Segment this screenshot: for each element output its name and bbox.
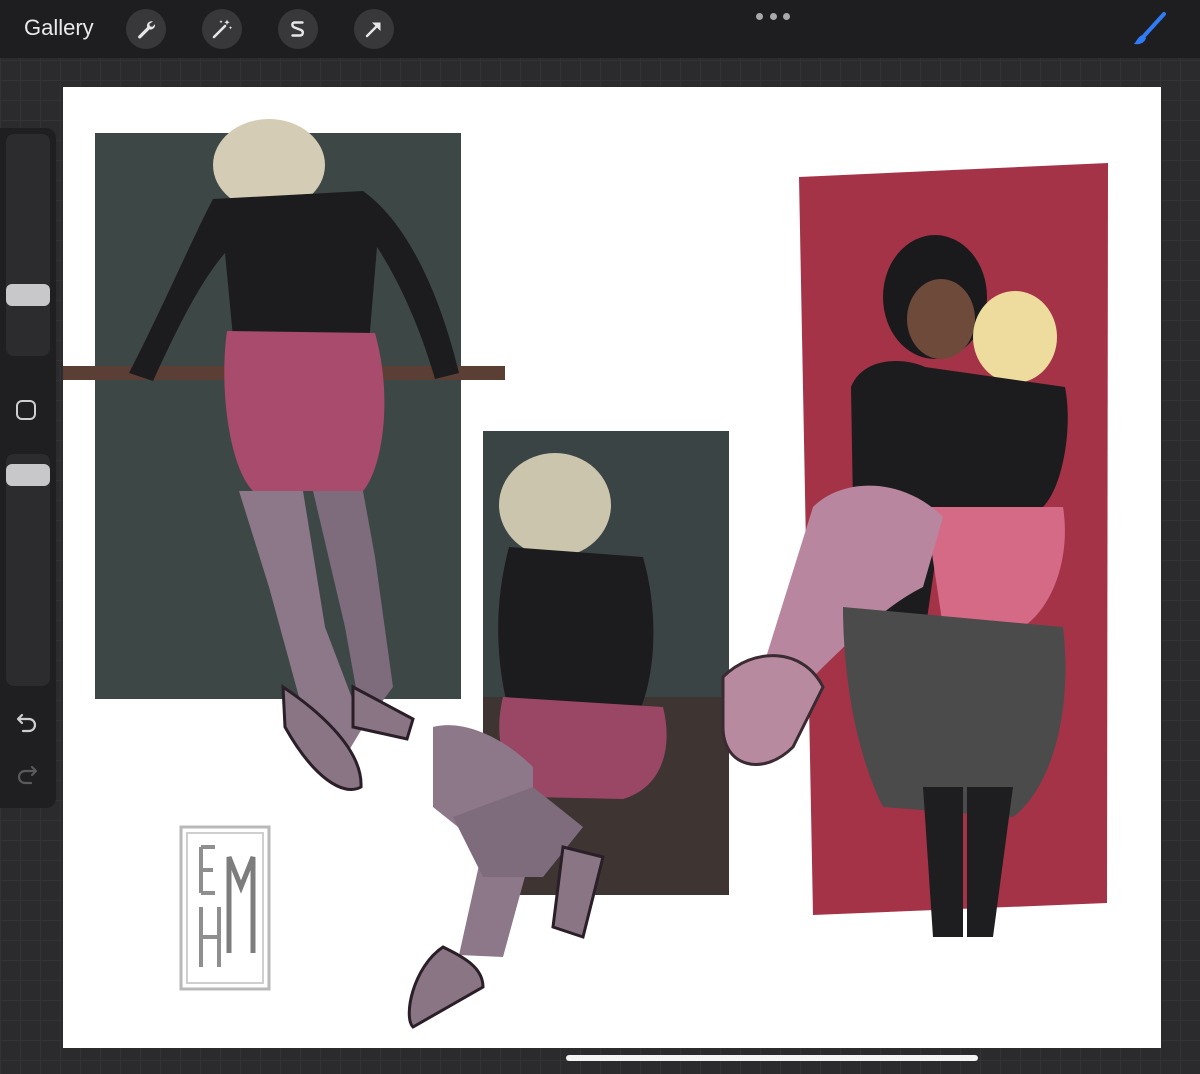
artwork: [63, 119, 1108, 1029]
home-indicator[interactable]: [566, 1055, 978, 1061]
adjustments-button[interactable]: [202, 9, 242, 49]
gallery-button[interactable]: Gallery: [24, 15, 94, 41]
redo-icon[interactable]: [14, 760, 40, 786]
brush-size-slider[interactable]: [6, 134, 50, 356]
brush-icon[interactable]: [1126, 8, 1170, 52]
transform-arrow-icon: [365, 22, 381, 38]
top-toolbar: Gallery: [0, 0, 1200, 58]
transform-button[interactable]: [354, 9, 394, 49]
selection-button[interactable]: [278, 9, 318, 49]
selection-icon: [291, 21, 304, 37]
side-toolbar: [0, 128, 56, 808]
wrench-icon: [138, 21, 156, 39]
opacity-handle[interactable]: [6, 464, 50, 486]
artist-signature-logo: [179, 825, 271, 991]
modify-square-icon[interactable]: [16, 400, 36, 420]
opacity-slider[interactable]: [6, 454, 50, 686]
actions-button[interactable]: [126, 9, 166, 49]
magic-wand-icon: [212, 19, 233, 39]
brush-size-handle[interactable]: [6, 284, 50, 306]
ellipsis-icon[interactable]: [756, 9, 790, 23]
drawing-canvas[interactable]: [63, 87, 1161, 1048]
undo-icon[interactable]: [14, 708, 40, 734]
